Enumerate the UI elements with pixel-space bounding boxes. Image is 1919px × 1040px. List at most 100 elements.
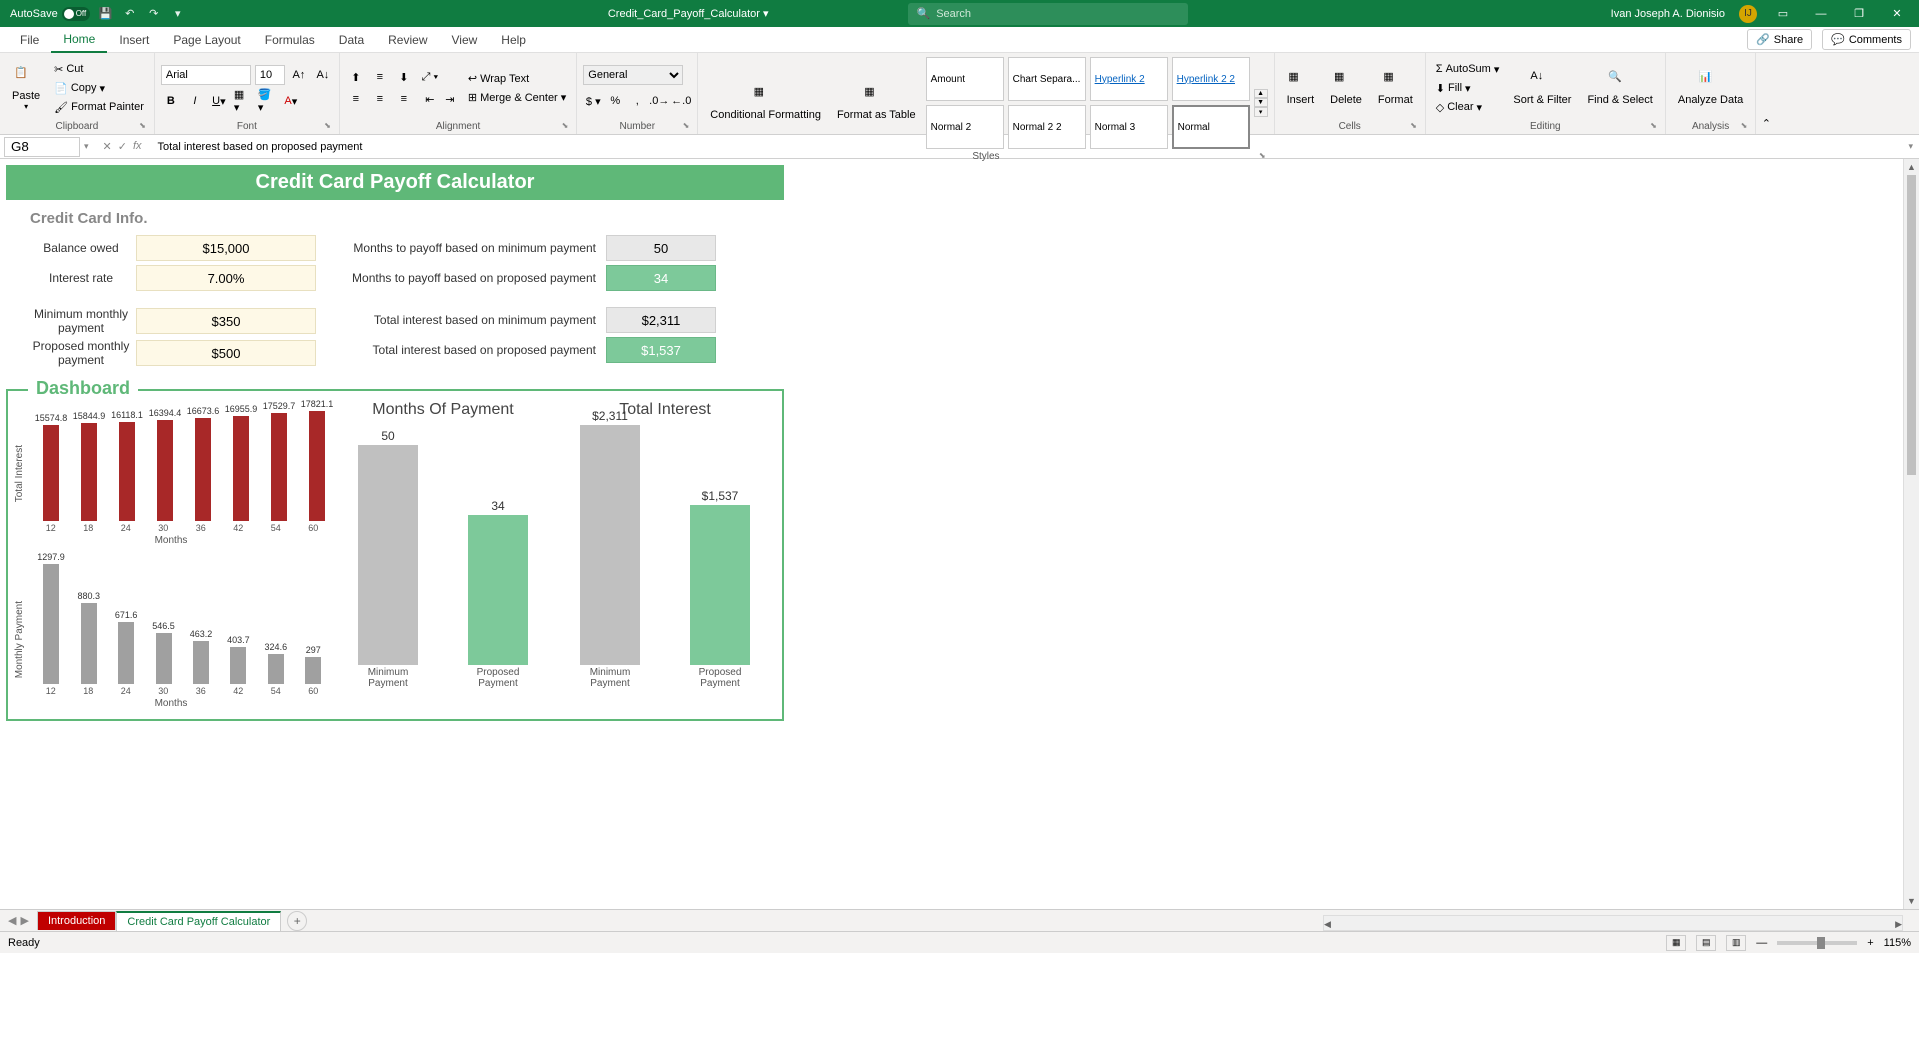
delete-cells-button[interactable]: ▦Delete — [1324, 68, 1368, 108]
tab-view[interactable]: View — [440, 28, 490, 52]
conditional-formatting-button[interactable]: ▦Conditional Formatting — [704, 83, 827, 123]
number-format-select[interactable]: General — [583, 65, 683, 85]
minimize-icon[interactable]: — — [1809, 7, 1833, 21]
align-center-icon[interactable]: ≡ — [370, 89, 390, 109]
decrease-decimal-icon[interactable]: ←.0 — [671, 91, 691, 111]
tab-insert[interactable]: Insert — [107, 28, 161, 52]
expand-formula-icon[interactable]: ▾ — [1902, 141, 1919, 152]
tab-next-icon[interactable]: ▶ — [20, 914, 28, 927]
orientation-icon[interactable]: ⤢ ▾ — [420, 67, 440, 87]
undo-icon[interactable]: ↶ — [122, 6, 138, 22]
sheet-tab-intro[interactable]: Introduction — [37, 911, 116, 930]
bold-button[interactable]: B — [161, 91, 181, 111]
cancel-formula-icon[interactable]: ✕ — [103, 140, 112, 153]
clear-button[interactable]: ◇Clear ▾ — [1432, 99, 1504, 116]
font-name-select[interactable] — [161, 65, 251, 85]
tab-home[interactable]: Home — [51, 27, 107, 53]
enter-formula-icon[interactable]: ✓ — [118, 140, 127, 153]
style-amount[interactable]: Amount — [926, 57, 1004, 101]
collapse-ribbon-icon[interactable]: ⌃ — [1756, 53, 1776, 134]
align-left-icon[interactable]: ≡ — [346, 89, 366, 109]
ribbon-display-icon[interactable]: ▭ — [1771, 7, 1795, 21]
page-break-view-icon[interactable]: ▥ — [1726, 935, 1746, 951]
autosum-button[interactable]: ΣAutoSum ▾ — [1432, 61, 1504, 78]
copy-button[interactable]: 📄Copy ▾ — [50, 80, 148, 97]
increase-font-icon[interactable]: A↑ — [289, 65, 309, 85]
tab-review[interactable]: Review — [376, 28, 439, 52]
fill-color-button[interactable]: 🪣 ▾ — [257, 91, 277, 111]
underline-button[interactable]: U ▾ — [209, 91, 229, 111]
percent-icon[interactable]: % — [605, 91, 625, 111]
font-size-select[interactable] — [255, 65, 285, 85]
zoom-out-icon[interactable]: — — [1756, 937, 1767, 949]
tab-formulas[interactable]: Formulas — [253, 28, 327, 52]
tab-page-layout[interactable]: Page Layout — [161, 28, 252, 52]
tab-file[interactable]: File — [8, 28, 51, 52]
sort-filter-button[interactable]: A↓Sort & Filter — [1507, 68, 1577, 108]
tab-data[interactable]: Data — [327, 28, 376, 52]
format-cells-button[interactable]: ▦Format — [1372, 68, 1419, 108]
fill-button[interactable]: ⬇Fill ▾ — [1432, 80, 1504, 97]
search-box[interactable]: 🔍 Search — [908, 3, 1188, 25]
styles-scroll-down[interactable]: ▼ — [1254, 98, 1268, 107]
comma-icon[interactable]: , — [627, 91, 647, 111]
increase-decimal-icon[interactable]: .0→ — [649, 91, 669, 111]
accounting-icon[interactable]: $ ▾ — [583, 91, 603, 111]
analyze-data-button[interactable]: 📊Analyze Data — [1672, 68, 1749, 108]
zoom-in-icon[interactable]: + — [1867, 937, 1873, 949]
empty-cells[interactable] — [790, 159, 1903, 909]
font-color-button[interactable]: A ▾ — [281, 91, 301, 111]
vertical-scrollbar[interactable]: ▲ ▼ — [1903, 159, 1919, 909]
h-scroll-left-icon[interactable]: ◀ — [1324, 916, 1331, 932]
tab-help[interactable]: Help — [489, 28, 538, 52]
scroll-down-icon[interactable]: ▼ — [1904, 893, 1919, 909]
styles-scroll-more[interactable]: ▾ — [1254, 107, 1268, 117]
qat-dropdown-icon[interactable]: ▾ — [170, 6, 186, 22]
balance-value[interactable]: $15,000 — [136, 235, 316, 261]
rate-value[interactable]: 7.00% — [136, 265, 316, 291]
merge-center-button[interactable]: ⊞Merge & Center ▾ — [464, 89, 570, 106]
normal-view-icon[interactable]: ▦ — [1666, 935, 1686, 951]
insert-cells-button[interactable]: ▦Insert — [1281, 68, 1321, 108]
scroll-thumb[interactable] — [1907, 175, 1916, 475]
tab-prev-icon[interactable]: ◀ — [8, 914, 16, 927]
zoom-level[interactable]: 115% — [1884, 937, 1911, 949]
align-right-icon[interactable]: ≡ — [394, 89, 414, 109]
share-button[interactable]: 🔗 Share — [1747, 29, 1812, 50]
style-hyperlink2[interactable]: Hyperlink 2 — [1090, 57, 1168, 101]
italic-button[interactable]: I — [185, 91, 205, 111]
format-as-table-button[interactable]: ▦Format as Table — [831, 83, 922, 123]
align-top-icon[interactable]: ⬆ — [346, 67, 366, 87]
styles-scroll-up[interactable]: ▲ — [1254, 89, 1268, 98]
page-layout-view-icon[interactable]: ▤ — [1696, 935, 1716, 951]
format-painter-button[interactable]: 🖌Format Painter — [50, 99, 148, 116]
save-icon[interactable]: 💾 — [98, 6, 114, 22]
style-hyperlink22[interactable]: Hyperlink 2 2 — [1172, 57, 1250, 101]
redo-icon[interactable]: ↷ — [146, 6, 162, 22]
increase-indent-icon[interactable]: ⇥ — [440, 89, 460, 109]
sheet-tab-calculator[interactable]: Credit Card Payoff Calculator — [116, 911, 281, 931]
name-box[interactable] — [4, 137, 80, 157]
user-avatar[interactable]: IJ — [1739, 5, 1757, 23]
prop-pay-value[interactable]: $500 — [136, 340, 316, 366]
paste-button[interactable]: 📋 Paste ▾ — [6, 64, 46, 113]
autosave-toggle[interactable]: AutoSave Off — [10, 7, 90, 21]
border-button[interactable]: ▦ ▾ — [233, 91, 253, 111]
fx-icon[interactable]: fx — [133, 140, 142, 153]
find-select-button[interactable]: 🔍Find & Select — [1581, 68, 1658, 108]
h-scroll-right-icon[interactable]: ▶ — [1895, 916, 1902, 932]
user-name[interactable]: Ivan Joseph A. Dionisio — [1611, 8, 1725, 20]
align-middle-icon[interactable]: ≡ — [370, 67, 390, 87]
decrease-indent-icon[interactable]: ⇤ — [420, 89, 440, 109]
maximize-icon[interactable]: ❐ — [1847, 7, 1871, 21]
comments-button[interactable]: 💬 Comments — [1822, 29, 1911, 50]
style-chart-sep[interactable]: Chart Separa... — [1008, 57, 1086, 101]
wrap-text-button[interactable]: ↩Wrap Text — [464, 70, 570, 87]
horizontal-scrollbar[interactable]: ◀ ▶ — [1323, 915, 1903, 931]
add-sheet-button[interactable]: + — [287, 911, 307, 931]
scroll-up-icon[interactable]: ▲ — [1904, 159, 1919, 175]
zoom-slider[interactable] — [1777, 941, 1857, 945]
align-bottom-icon[interactable]: ⬇ — [394, 67, 414, 87]
document-title[interactable]: Credit_Card_Payoff_Calculator ▾ — [608, 7, 769, 20]
min-pay-value[interactable]: $350 — [136, 308, 316, 334]
